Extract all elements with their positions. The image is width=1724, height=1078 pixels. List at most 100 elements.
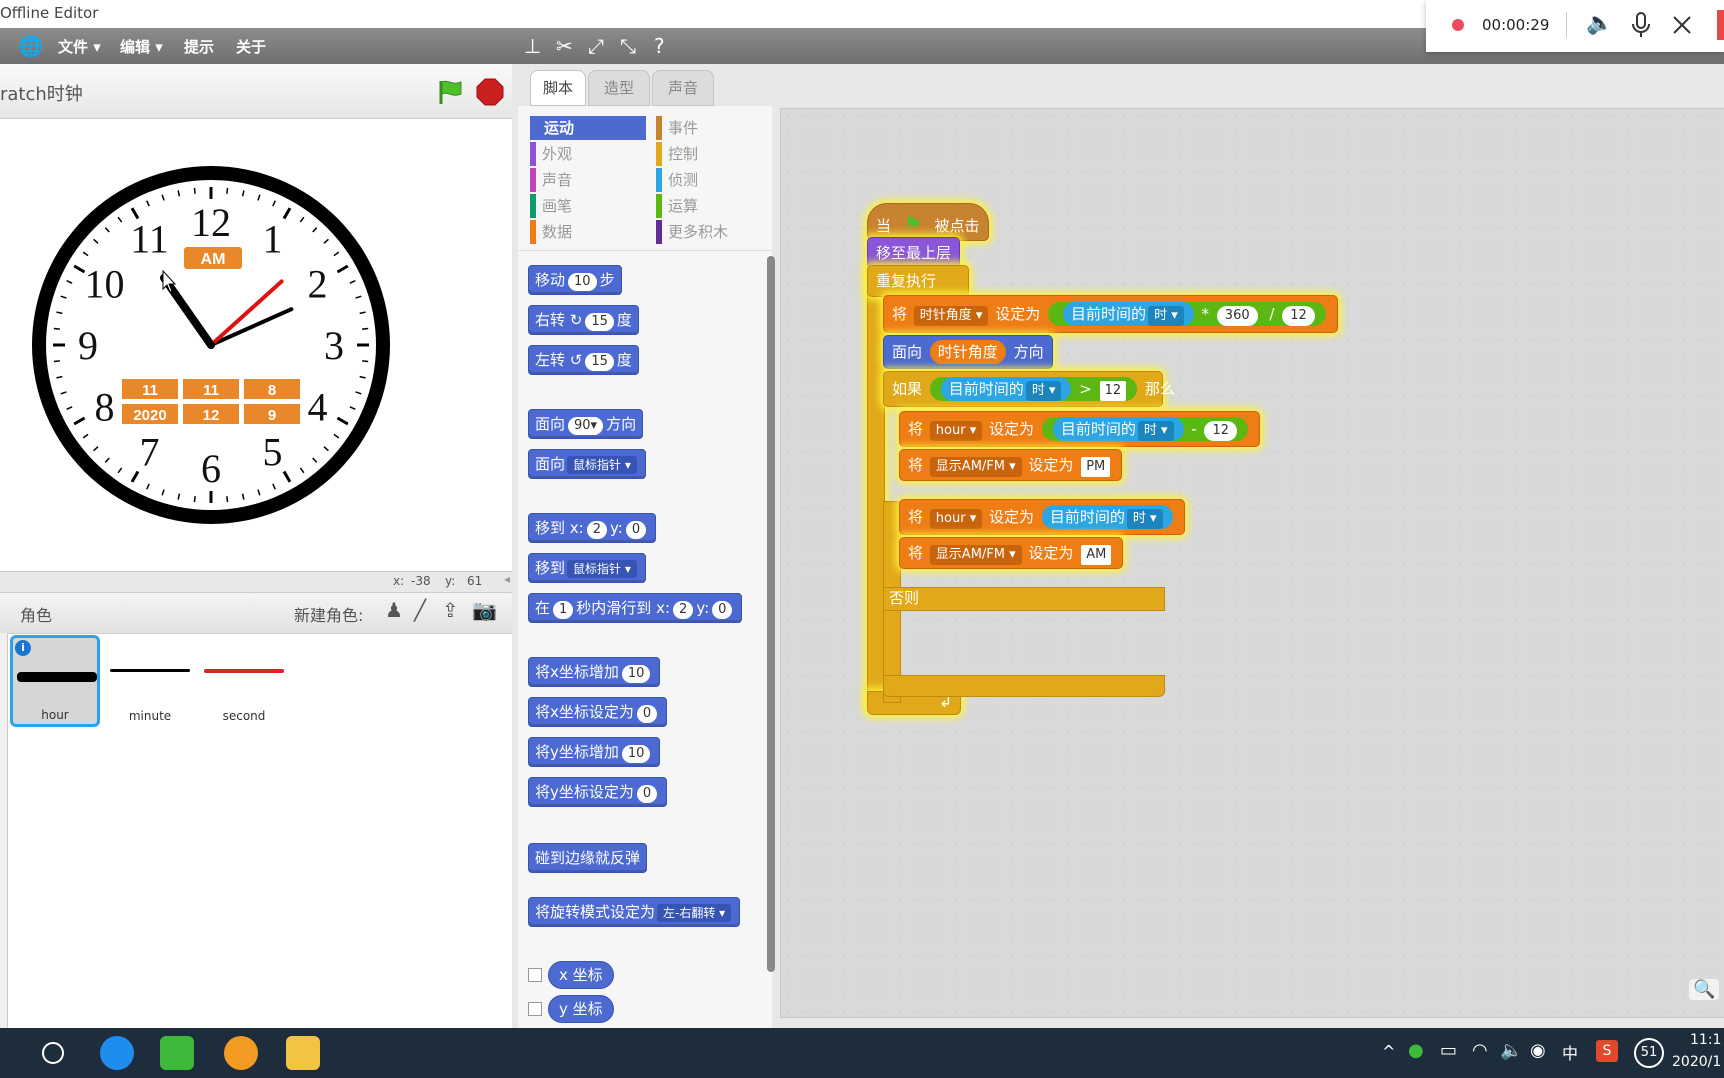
block-point-towards[interactable]: 面向 鼠标指针 ▾: [528, 449, 646, 479]
block-move[interactable]: 移动 10 步: [528, 265, 622, 295]
point-in-direction-block[interactable]: 面向 时针角度 方向: [883, 335, 1053, 369]
category-2[interactable]: 外观: [530, 142, 646, 166]
operator-divide[interactable]: 目前时间的时 ▾ * 360 / 12: [1048, 302, 1326, 326]
block-input[interactable]: 10: [621, 665, 651, 683]
sogou-icon[interactable]: S: [1596, 1040, 1618, 1062]
block-rotation-style[interactable]: 将旋转模式设定为 左-右翻转 ▾: [528, 897, 741, 927]
tab-sounds[interactable]: 声音: [652, 70, 714, 106]
category-7[interactable]: 运算: [656, 194, 772, 218]
current-time-reporter[interactable]: 目前时间的时 ▾: [1052, 417, 1184, 441]
current-time-reporter[interactable]: 目前时间的时 ▾: [1063, 302, 1194, 326]
category-8[interactable]: 数据: [530, 220, 646, 244]
tab-costumes[interactable]: 造型: [588, 70, 650, 106]
block-point-direction[interactable]: 面向 90▾ 方向: [528, 409, 644, 439]
y-position-checkbox[interactable]: [528, 1002, 542, 1016]
collapse-stage-icon[interactable]: ◂: [504, 572, 510, 586]
clock-time[interactable]: 11:1: [1690, 1032, 1721, 1048]
ime-indicator[interactable]: 中: [1562, 1040, 1578, 1064]
variable-dropdown[interactable]: 显示AM/FM ▾: [929, 457, 1022, 477]
browser-icon[interactable]: [100, 1036, 134, 1070]
category-1[interactable]: 事件: [656, 116, 772, 140]
sprite-thumbnail[interactable]: minute: [106, 635, 194, 725]
when-flag-clicked-block[interactable]: 当 ⚑ 被点击: [867, 203, 989, 241]
block-input[interactable]: 90▾: [568, 417, 604, 435]
number-input[interactable]: 12: [1204, 421, 1238, 441]
scratch-cat-icon[interactable]: [224, 1036, 258, 1070]
block-input[interactable]: 0: [636, 705, 658, 723]
if-else-block[interactable]: 如果 目前时间的时 ▾ > 12 那么: [883, 371, 1175, 407]
stop-record-button[interactable]: [1717, 10, 1724, 40]
delete-scissors-icon[interactable]: ✂: [556, 34, 573, 58]
block-input[interactable]: 15: [585, 353, 614, 371]
close-icon[interactable]: [1672, 15, 1692, 35]
qq-icon[interactable]: ◉: [1530, 1040, 1546, 1061]
forever-block[interactable]: 重复执行: [867, 265, 969, 297]
clock-date[interactable]: 2020/1: [1672, 1054, 1721, 1070]
current-time-reporter[interactable]: 目前时间的时 ▾: [940, 377, 1072, 401]
category-4[interactable]: 声音: [530, 168, 646, 192]
block-dropdown[interactable]: 左-右翻转 ▾: [657, 904, 732, 922]
menu-edit[interactable]: 编辑 ▾: [120, 36, 163, 57]
block-change-y[interactable]: 将y坐标增加 10: [528, 737, 661, 767]
operator-multiply[interactable]: 目前时间的时 ▾ * 360: [1056, 302, 1265, 326]
battery-icon[interactable]: ▭: [1440, 1040, 1457, 1061]
block-input[interactable]: 15: [585, 313, 614, 331]
time-unit-dropdown[interactable]: 时 ▾: [1025, 381, 1062, 401]
number-input[interactable]: 12: [1282, 306, 1315, 326]
operator-subtract[interactable]: 目前时间的时 ▾ - 12: [1041, 417, 1249, 441]
variable-dropdown[interactable]: hour ▾: [929, 509, 983, 529]
variable-reporter[interactable]: 时针角度: [929, 340, 1006, 364]
wechat-tray-icon[interactable]: ●: [1408, 1040, 1424, 1061]
block-input[interactable]: 2: [673, 601, 694, 619]
set-hour-block[interactable]: 将 hour ▾ 设定为 目前时间的时 ▾ - 12: [899, 411, 1261, 447]
sprite-thumbnail[interactable]: hour i: [10, 635, 100, 727]
block-set-y[interactable]: 将y坐标设定为 0: [528, 777, 668, 807]
category-9[interactable]: 更多积木: [656, 220, 772, 244]
set-hour-block[interactable]: 将 hour ▾ 设定为 目前时间的时 ▾: [899, 499, 1185, 535]
chevron-up-icon[interactable]: ^: [1382, 1042, 1395, 1061]
category-0[interactable]: 运动: [530, 116, 646, 140]
file-explorer-icon[interactable]: [286, 1036, 320, 1070]
globe-icon[interactable]: 🌐: [18, 34, 43, 58]
number-input[interactable]: 360: [1216, 306, 1258, 326]
speaker-icon[interactable]: 🔈: [1586, 11, 1613, 36]
variable-dropdown[interactable]: hour ▾: [929, 421, 983, 441]
block-set-x[interactable]: 将x坐标设定为 0: [528, 697, 668, 727]
block-turn-left[interactable]: 左转 ↺ 15 度: [528, 345, 639, 375]
block-goto-xy[interactable]: 移到 x: 2 y: 0: [528, 513, 657, 543]
variable-dropdown[interactable]: 时针角度 ▾: [913, 306, 989, 326]
time-unit-dropdown[interactable]: 时 ▾: [1148, 306, 1184, 326]
variable-dropdown[interactable]: 显示AM/FM ▾: [929, 545, 1022, 565]
operator-greater-than[interactable]: 目前时间的时 ▾ > 12: [929, 377, 1138, 401]
zoom-out-icon[interactable]: 🔍: [1689, 979, 1720, 1000]
tab-scripts[interactable]: 脚本: [530, 70, 586, 106]
tray-badge[interactable]: 51: [1634, 1038, 1664, 1068]
reporter-x-position[interactable]: x 坐标: [548, 961, 614, 989]
block-goto[interactable]: 移到 鼠标指针 ▾: [528, 553, 646, 583]
cortana-icon[interactable]: [42, 1042, 64, 1064]
set-ampm-block[interactable]: 将 显示AM/FM ▾ 设定为 PM: [899, 449, 1123, 481]
sprite-thumbnail[interactable]: second: [200, 635, 288, 725]
block-input[interactable]: 2: [586, 521, 608, 539]
grow-icon[interactable]: ⤢: [588, 34, 604, 58]
camera-icon[interactable]: 📷: [472, 598, 497, 622]
project-title[interactable]: ratch时钟: [0, 80, 83, 106]
block-dropdown[interactable]: 鼠标指针 ▾: [567, 560, 637, 578]
block-input[interactable]: 10: [621, 745, 651, 763]
palette-scrollbar[interactable]: [767, 256, 775, 972]
microphone-icon[interactable]: [1630, 12, 1652, 38]
block-dropdown[interactable]: 鼠标指针 ▾: [567, 456, 637, 474]
volume-icon[interactable]: 🔈: [1500, 1040, 1522, 1061]
block-input[interactable]: 0: [636, 785, 658, 803]
block-glide[interactable]: 在 1 秒内滑行到 x: 2 y: 0: [528, 593, 743, 623]
sprite-info-icon[interactable]: i: [15, 640, 31, 656]
upload-icon[interactable]: ⇪: [442, 598, 459, 622]
scripts-area[interactable]: ↲ 当 ⚑ 被点击 移至最上层 重复执行 将 时针角度 ▾ 设定为 目前时间的时…: [780, 108, 1724, 1018]
duplicate-stamp-icon[interactable]: ⊥: [524, 34, 541, 58]
current-time-reporter[interactable]: 目前时间的时 ▾: [1041, 505, 1173, 529]
set-variable-block[interactable]: 将 时针角度 ▾ 设定为 目前时间的时 ▾ * 360 / 12: [883, 295, 1338, 333]
shrink-icon[interactable]: ⤡: [620, 34, 636, 58]
block-input[interactable]: 0: [712, 601, 733, 619]
green-flag-icon[interactable]: [436, 78, 464, 106]
time-unit-dropdown[interactable]: 时 ▾: [1126, 509, 1163, 529]
